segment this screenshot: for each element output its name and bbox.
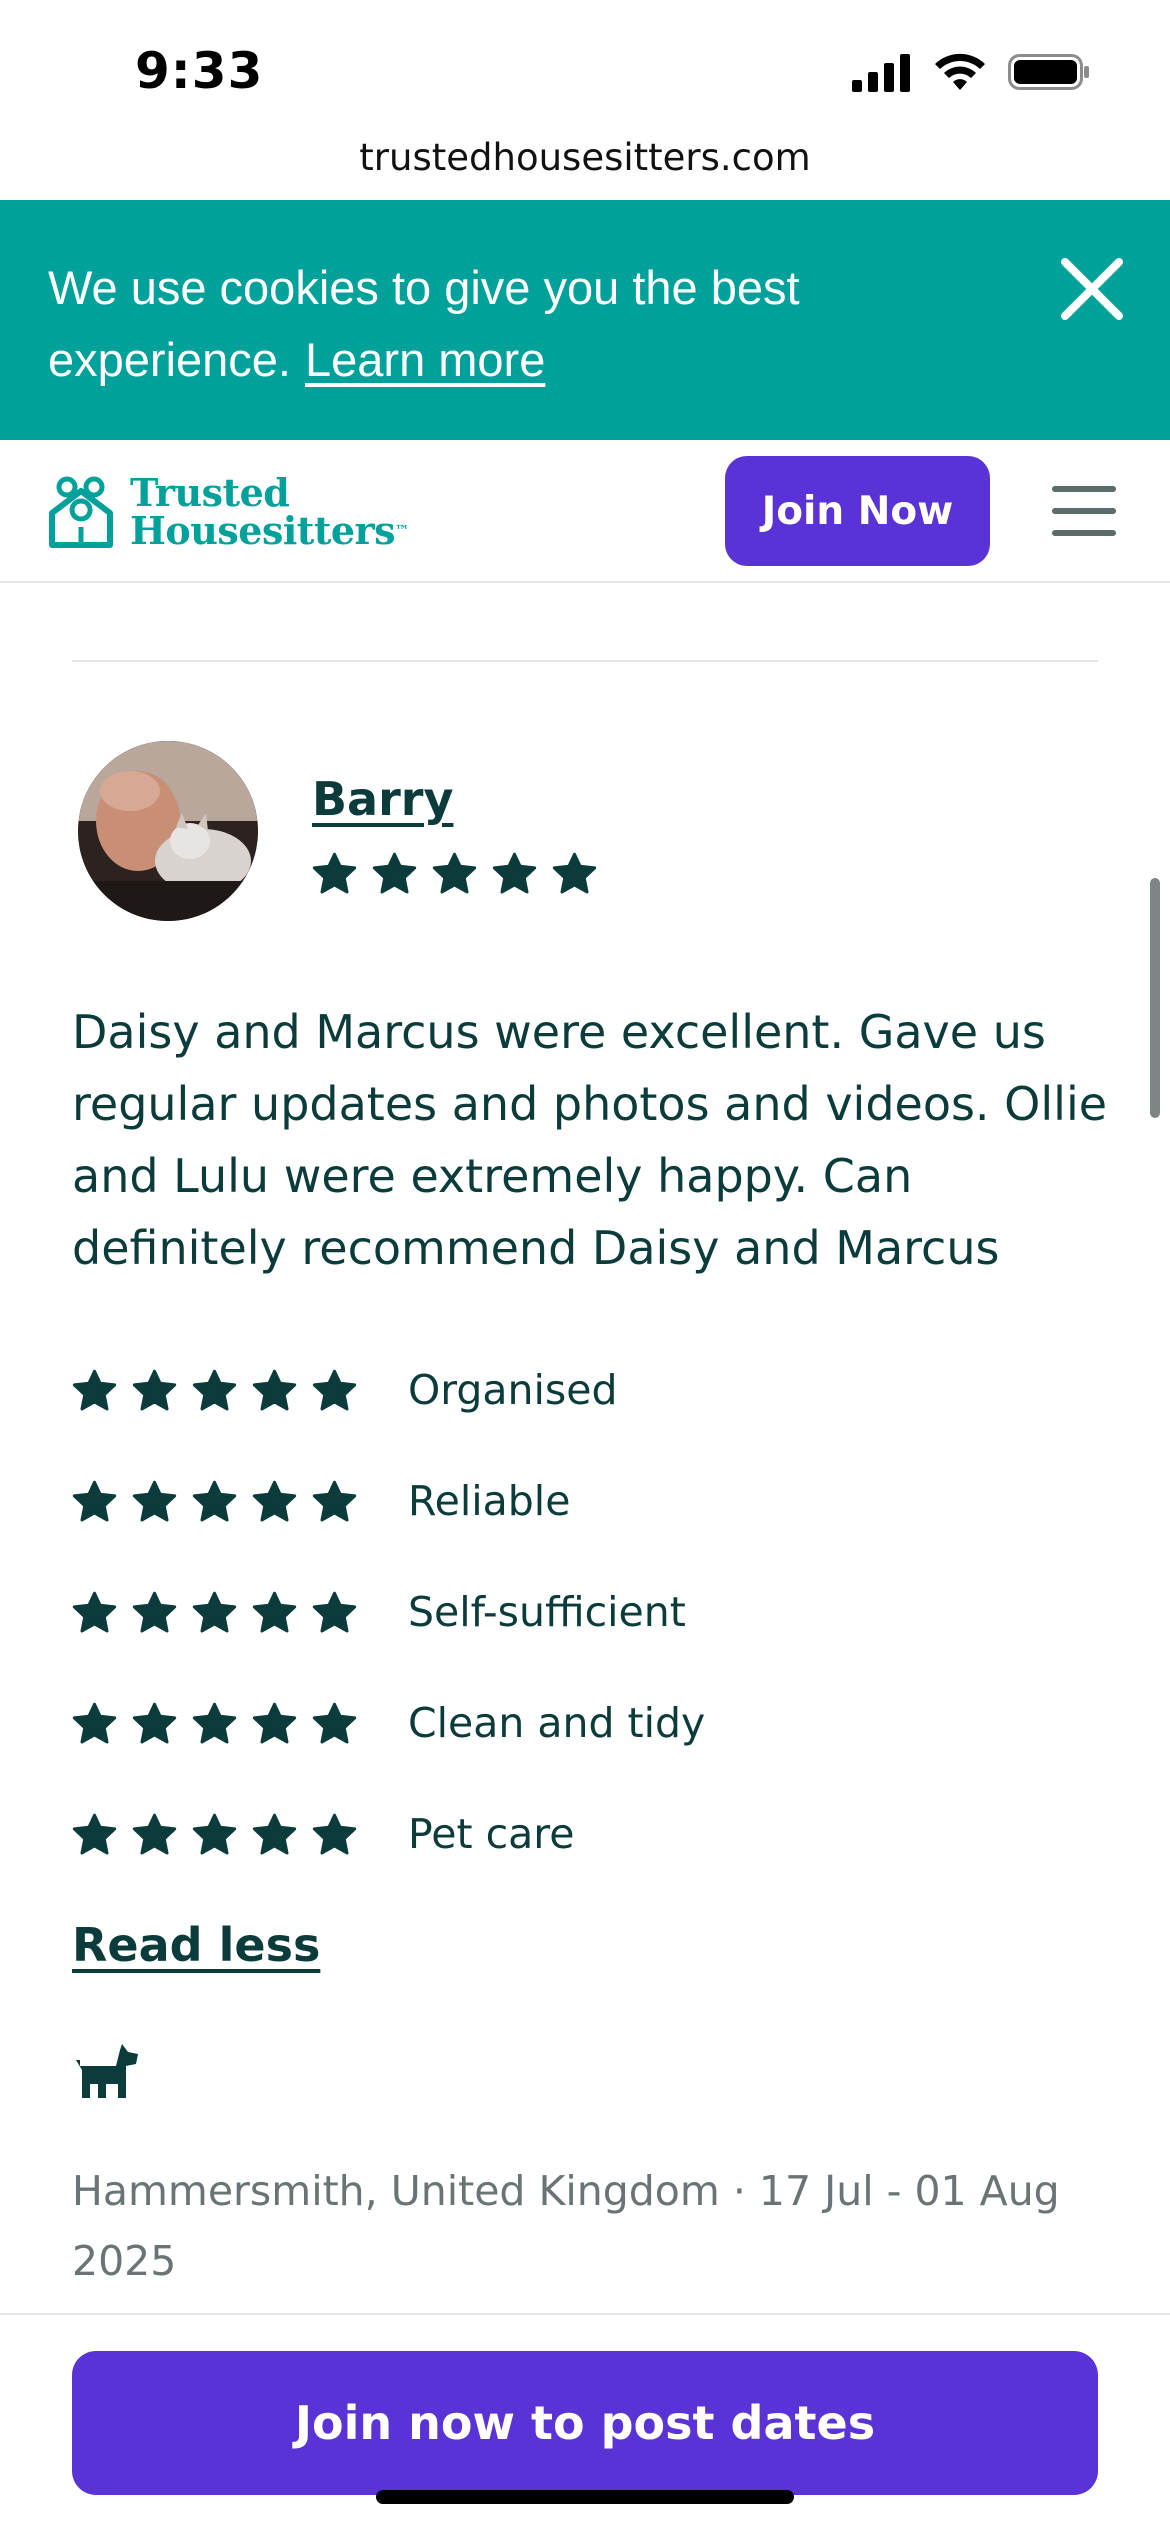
category-stars [72, 1702, 357, 1745]
read-less-link[interactable]: Read less [72, 1918, 320, 1972]
star-icon [192, 1369, 237, 1411]
browser-url[interactable]: trustedhousesitters.com [0, 136, 1170, 179]
star-icon [192, 1813, 237, 1855]
star-icon [252, 1702, 297, 1744]
rating-row-reliable: Reliable [72, 1477, 570, 1525]
logo-line-2: Housesitters [130, 508, 395, 553]
join-now-button[interactable]: Join Now [725, 456, 990, 566]
status-icons [852, 52, 1090, 92]
rating-row-clean-and-tidy: Clean and tidy [72, 1699, 705, 1747]
star-icon [132, 1702, 177, 1744]
reviewer-name[interactable]: Barry [312, 772, 453, 826]
logo-line-2-wrap: Housesitters™ [130, 512, 409, 550]
star-icon [372, 852, 417, 894]
rating-row-self-sufficient: Self-sufficient [72, 1588, 686, 1636]
category-stars [72, 1369, 357, 1412]
category-stars [72, 1480, 357, 1523]
dog-icon [76, 2044, 138, 2098]
rating-row-pet-care: Pet care [72, 1810, 574, 1858]
review-text: Daisy and Marcus were excellent. Gave us… [72, 1005, 1108, 1275]
star-icon [192, 1591, 237, 1633]
star-icon [252, 1480, 297, 1522]
rating-label: Self-sufficient [408, 1588, 686, 1636]
star-icon [312, 1591, 357, 1633]
wifi-icon [935, 53, 985, 90]
category-stars [72, 1591, 357, 1634]
rating-label: Organised [408, 1366, 618, 1414]
close-icon[interactable] [1055, 252, 1129, 326]
hamburger-menu-icon[interactable] [1052, 486, 1120, 538]
star-icon [432, 852, 477, 894]
rating-label: Reliable [408, 1477, 571, 1525]
star-icon [72, 1369, 117, 1411]
join-now-to-post-dates-button[interactable]: Join now to post dates [72, 2351, 1098, 2495]
house-logo-icon [49, 476, 113, 548]
logo-wordmark: Trusted Housesitters™ [130, 470, 409, 550]
star-icon [312, 1702, 357, 1744]
star-icon [192, 1702, 237, 1744]
status-bar: 9:33 trustedhousesitters.com [0, 0, 1170, 179]
home-indicator [376, 2490, 794, 2504]
cookie-message: We use cookies to give you the best expe… [48, 252, 988, 396]
star-icon [72, 1813, 117, 1855]
overall-rating [312, 852, 597, 895]
star-icon [252, 1813, 297, 1855]
star-icon [312, 852, 357, 894]
star-icon [132, 1591, 177, 1633]
star-icon [492, 852, 537, 894]
star-icon [252, 1369, 297, 1411]
rating-row-organised: Organised [72, 1366, 618, 1414]
star-icon [132, 1369, 177, 1411]
stay-location-dates: Hammersmith, United Kingdom · 17 Jul - 0… [72, 2167, 1060, 2285]
scrollbar[interactable] [1150, 878, 1160, 1118]
star-icon [132, 1480, 177, 1522]
star-icon [312, 1813, 357, 1855]
star-icon [312, 1480, 357, 1522]
rating-label: Pet care [408, 1810, 575, 1858]
learn-more-link[interactable]: Learn more [305, 333, 545, 386]
logo[interactable]: Trusted Housesitters™ [46, 470, 409, 550]
signal-icon [852, 54, 910, 92]
logo-trademark: ™ [394, 523, 409, 539]
section-divider [72, 660, 1098, 662]
star-icon [312, 1369, 357, 1411]
star-icon [72, 1702, 117, 1744]
category-stars [72, 1813, 357, 1856]
star-icon [192, 1480, 237, 1522]
avatar [78, 741, 258, 921]
star-icon [72, 1591, 117, 1633]
star-icon [252, 1591, 297, 1633]
rating-label: Clean and tidy [408, 1699, 706, 1747]
star-icon [72, 1480, 117, 1522]
star-icon [552, 852, 597, 894]
cookie-banner: We use cookies to give you the best expe… [0, 200, 1170, 440]
status-time: 9:33 [135, 42, 264, 100]
logo-line-1: Trusted [130, 470, 290, 515]
avatar-photo [78, 741, 258, 921]
battery-icon [1008, 54, 1089, 90]
star-icon [132, 1813, 177, 1855]
